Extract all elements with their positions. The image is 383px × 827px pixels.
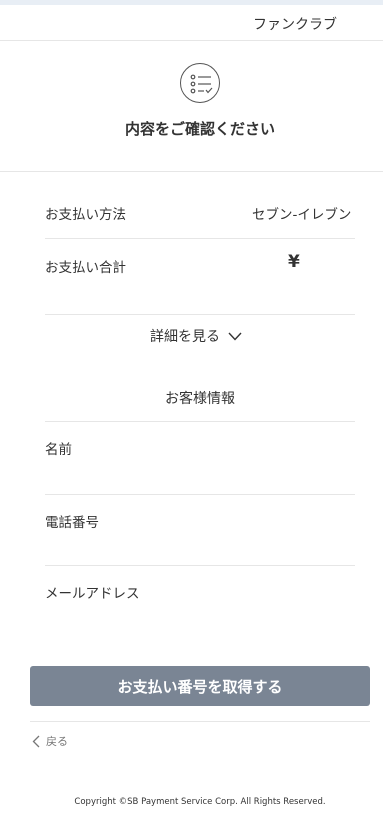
page-title: 内容をご確認ください [124, 120, 275, 138]
divider [45, 314, 355, 315]
divider [45, 238, 355, 239]
details-toggle-button[interactable]: 詳細を見る [150, 325, 242, 347]
phone-label: 電話番号 [45, 515, 99, 531]
name-label: 名前 [45, 442, 72, 458]
email-label: メールアドレス [45, 586, 140, 602]
payment-method-value: セブン-イレブン [252, 207, 352, 223]
back-label: 戻る [46, 735, 68, 748]
divider [45, 565, 355, 566]
chevron-left-icon [32, 735, 40, 747]
chevron-down-icon [228, 332, 242, 341]
payment-total-value: ¥ [288, 252, 300, 272]
divider [30, 721, 370, 722]
customer-info-title: お客様情報 [165, 391, 235, 407]
checklist-icon [180, 63, 220, 103]
divider [45, 421, 355, 422]
header: ファンクラブ [0, 5, 383, 41]
shop-name: ファンクラブ [253, 17, 337, 33]
get-payment-number-button[interactable]: お支払い番号を取得する [30, 666, 370, 706]
back-link[interactable]: 戻る [32, 733, 68, 749]
copyright: Copyright ©SB Payment Service Corp. All … [74, 797, 326, 807]
divider [45, 494, 355, 495]
payment-total-label: お支払い合計 [45, 260, 126, 276]
payment-method-label: お支払い方法 [45, 207, 126, 223]
divider [0, 171, 383, 172]
details-toggle-label: 詳細を見る [150, 329, 220, 345]
